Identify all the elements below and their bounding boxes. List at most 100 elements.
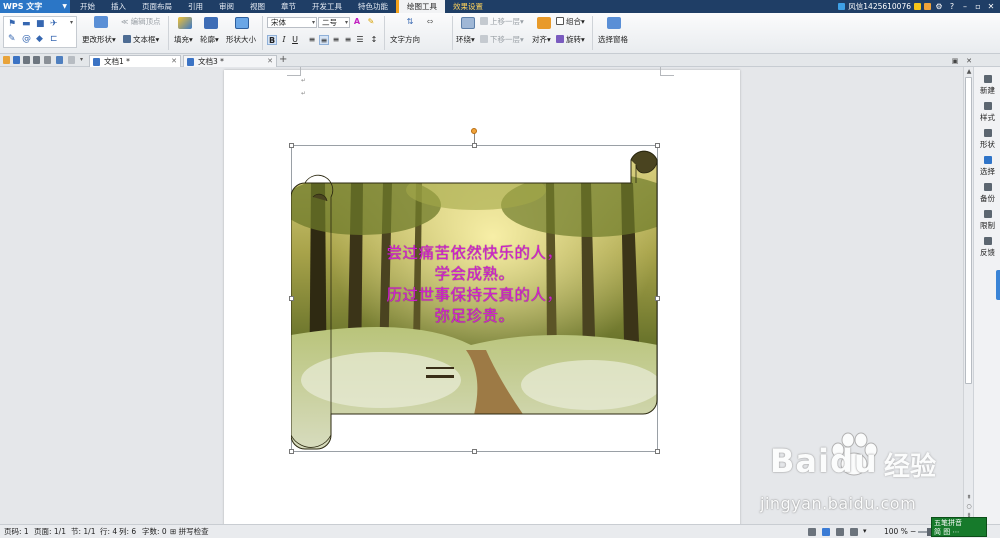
taskpane-feedback[interactable]: 反馈 (974, 237, 1000, 258)
shape-size-button[interactable]: 形状大小 (226, 35, 256, 45)
page-view-icon[interactable] (822, 528, 830, 536)
tab-chapter[interactable]: 章节 (273, 0, 304, 13)
bold-button[interactable]: B (267, 35, 277, 45)
resize-handle-sw[interactable] (289, 449, 294, 454)
tab-effect-settings[interactable]: 效果设置 (445, 0, 491, 13)
align-center-icon[interactable]: ≡ (319, 35, 329, 45)
shape-bracket-icon[interactable]: ⊏ (50, 34, 58, 44)
align-left-icon[interactable]: ≡ (307, 35, 317, 45)
resize-handle-s[interactable] (472, 449, 477, 454)
outline-view-icon[interactable] (836, 528, 844, 536)
rotate-handle[interactable] (471, 128, 477, 134)
wrap-button[interactable]: 环绕▾ (456, 35, 475, 45)
customize-icon[interactable]: ▾ (80, 56, 87, 64)
shape-flag-icon[interactable]: ⚑ (8, 19, 16, 29)
restore-icon[interactable]: ▫ (973, 0, 983, 13)
font-size-select[interactable]: 二号 ▾ (318, 17, 350, 28)
tab-view[interactable]: 视图 (242, 0, 273, 13)
tab-insert[interactable]: 插入 (103, 0, 134, 13)
taskpane-restrict[interactable]: 限制 (974, 210, 1000, 231)
app-menu-button[interactable]: WPS 文字 ▼ (0, 0, 70, 13)
shape-at-icon[interactable]: @ (22, 34, 31, 44)
new-tab-button[interactable]: + (279, 54, 287, 66)
gallery-more-icon[interactable]: ▾ (70, 19, 73, 26)
italic-button[interactable]: I (279, 35, 289, 45)
skin-icon[interactable] (924, 3, 931, 10)
shape-drop-icon[interactable]: ◆ (36, 34, 43, 44)
shape-rect-icon[interactable]: ▬ (22, 19, 31, 29)
ime-toolbar[interactable]: 五笔拼音 简 图 ⋯ (931, 517, 987, 537)
ime-mode[interactable]: 五笔拼音 (934, 519, 984, 528)
change-shape-button[interactable]: 更改形状▾ (82, 35, 116, 45)
format-painter-icon[interactable] (44, 56, 51, 64)
bring-forward-button[interactable]: 上移一层▾ (480, 17, 524, 27)
resize-handle-w[interactable] (289, 296, 294, 301)
text-flow-icon[interactable]: ⇔ (425, 17, 435, 27)
shape-plane-icon[interactable]: ✈ (50, 19, 58, 29)
ime-options[interactable]: 简 图 ⋯ (934, 528, 984, 537)
gear-icon[interactable]: ⚙ (934, 0, 944, 13)
selection-pane-button[interactable]: 选择窗格 (598, 35, 628, 45)
text-direction-button[interactable]: 文字方向 (390, 35, 420, 45)
undo-icon[interactable] (56, 56, 63, 64)
web-view-icon[interactable] (850, 528, 858, 536)
tab-drawing-tools[interactable]: 绘图工具 (396, 0, 445, 13)
tab-review[interactable]: 审阅 (211, 0, 242, 13)
scroll-thumb[interactable] (965, 77, 972, 384)
zoom-out-icon[interactable]: − (910, 525, 916, 538)
pane-collapse-handle[interactable] (996, 270, 1000, 300)
doc-close-icon[interactable]: ✕ (965, 57, 973, 65)
shape-pencil-icon[interactable]: ✎ (8, 34, 16, 44)
redo-icon[interactable] (68, 56, 75, 64)
zoom-level[interactable]: 100 % (884, 525, 908, 538)
rotate-button[interactable]: 旋转▾ (556, 35, 585, 45)
scroll-shape[interactable]: 尝过痛苦依然快乐的人， 学会成熟。 历过世事保持天真的人， 弥足珍贵。 (288, 128, 660, 454)
group-button[interactable]: 组合▾ (556, 17, 585, 27)
resize-handle-e[interactable] (655, 296, 660, 301)
justify-icon[interactable]: ≡ (343, 35, 353, 45)
fill-button[interactable]: 填充▾ (174, 35, 193, 45)
view-menu-icon[interactable]: ▾ (863, 525, 867, 538)
tab-special[interactable]: 特色功能 (350, 0, 396, 13)
help-icon[interactable]: ? (947, 0, 957, 13)
outline-button[interactable]: 轮廓▾ (200, 35, 219, 45)
tab-developer[interactable]: 开发工具 (304, 0, 350, 13)
text-box-button[interactable]: 文本框▾ (123, 35, 159, 45)
user-name[interactable]: 风信1425610076 (848, 1, 911, 12)
print-preview-icon[interactable] (33, 56, 40, 64)
taskpane-style[interactable]: 样式 (974, 102, 1000, 123)
resize-handle-se[interactable] (655, 449, 660, 454)
align-right-icon[interactable]: ≡ (331, 35, 341, 45)
poem-text[interactable]: 尝过痛苦依然快乐的人， 学会成熟。 历过世事保持天真的人， 弥足珍贵。 (291, 243, 658, 327)
save-icon[interactable] (13, 56, 20, 64)
line-spacing-icon[interactable]: ↕ (369, 35, 379, 45)
mail-icon[interactable] (914, 3, 921, 10)
scroll-up-icon[interactable]: ▲ (965, 68, 973, 75)
send-backward-button[interactable]: 下移一层▾ (480, 35, 524, 45)
font-name-select[interactable]: 宋体 ▾ (267, 17, 317, 28)
align-button[interactable]: 对齐▾ (532, 35, 551, 45)
close-icon[interactable]: ✕ (986, 0, 996, 13)
taskpane-new[interactable]: 新建 (974, 75, 1000, 96)
edit-points-button[interactable]: ≪ 编辑顶点 (121, 17, 161, 27)
doc-restore-icon[interactable]: ▣ (951, 57, 959, 65)
close-icon[interactable]: ✕ (267, 56, 273, 67)
open-icon[interactable] (3, 56, 10, 64)
print-icon[interactable] (23, 56, 30, 64)
tab-page-layout[interactable]: 页面布局 (134, 0, 180, 13)
shape-gallery[interactable]: ⚑ ▬ ■ ✈ ✎ @ ◆ ⊏ ▾ (3, 16, 77, 48)
full-screen-icon[interactable] (808, 528, 816, 536)
taskpane-backup[interactable]: 备份 (974, 183, 1000, 204)
minimize-icon[interactable]: – (960, 0, 970, 13)
status-word-count[interactable]: 字数: 0 (142, 525, 167, 538)
taskpane-shape[interactable]: 形状 (974, 129, 1000, 150)
highlight-icon[interactable]: ✎ (366, 17, 376, 27)
spell-check-button[interactable]: ⊞ 拼写检查 (170, 525, 209, 538)
taskpane-select[interactable]: 选择 (974, 156, 1000, 177)
tab-document-3[interactable]: 文档3 * ✕ (183, 55, 277, 67)
resize-handle-nw[interactable] (289, 143, 294, 148)
document-page[interactable]: ↵ ↵ 尝过痛苦依然快乐的人， 学会成熟。 历过世事保持天真的人， 弥足珍贵。 (224, 67, 740, 524)
tab-home[interactable]: 开始 (72, 0, 103, 13)
distribute-icon[interactable]: ☰ (355, 35, 365, 45)
underline-button[interactable]: U (290, 35, 300, 45)
